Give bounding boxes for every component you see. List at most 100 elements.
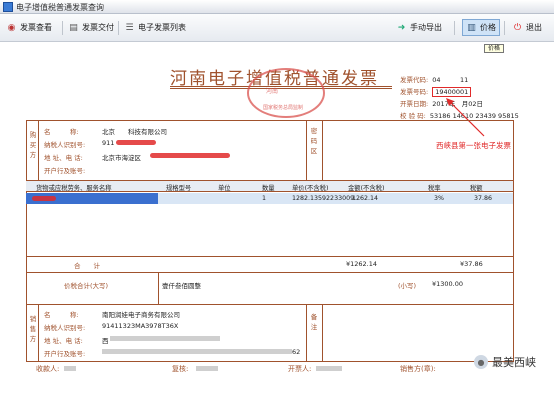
buyer-side-label: 购买方 — [29, 131, 37, 159]
window-title: 电子增值税普通发票查询 — [16, 3, 104, 12]
eye-icon: ◉ — [7, 22, 16, 33]
deliver-invoice-label: 发票交付 — [82, 23, 114, 32]
wechat-icon: ● — [474, 355, 488, 369]
invoice-list-button[interactable]: ☰ 电子发票列表 — [124, 19, 186, 36]
col-amount: 金额(不含税) — [348, 185, 385, 192]
watermark-text: 最美西峡 — [492, 356, 536, 369]
divider — [322, 304, 323, 362]
row-price: 1282.13592233009... — [292, 195, 361, 202]
redaction — [316, 366, 342, 371]
view-invoice-button[interactable]: ◉ 发票查看 — [6, 19, 52, 36]
seller-seal-label: 销售方(章): — [400, 365, 436, 373]
invoice-number-label: 发票号码: — [400, 88, 429, 96]
deliver-invoice-button[interactable]: ▤ 发票交付 — [68, 19, 114, 36]
col-rate: 税率 — [428, 185, 441, 192]
col-unit: 单位 — [218, 185, 231, 192]
toolbar-separator — [118, 21, 119, 35]
row-tax: 37.86 — [474, 195, 493, 202]
review-label: 复核: — [172, 365, 189, 373]
total-small-value: ¥1300.00 — [432, 280, 464, 288]
seller-side-label: 销售方 — [29, 315, 37, 343]
watermark: ● 最美西峡 — [474, 354, 536, 370]
exit-label: 退出 — [526, 23, 542, 32]
col-tax: 税额 — [470, 185, 483, 192]
invoice-list-label: 电子发票列表 — [138, 23, 186, 32]
divider — [38, 304, 39, 362]
invoice-code-label: 发票代码: — [400, 76, 429, 84]
redaction — [150, 153, 230, 158]
divider — [158, 272, 159, 304]
exit-button[interactable]: ⏻ 退出 — [512, 19, 542, 36]
title-bar: 电子增值税普通发票查询 — [0, 0, 554, 14]
divider — [306, 304, 307, 362]
remark-label: 备注 — [310, 313, 318, 331]
drawer-label: 开票人: — [288, 365, 312, 373]
invoice-view: 河南电子增值税普通发票 河南 国家税务总局监制 发票代码: 04 11 发票号码:… — [0, 42, 554, 416]
seller-tax-label: 纳税人识别号: — [44, 324, 86, 332]
redaction — [64, 366, 76, 371]
redaction — [102, 349, 292, 354]
redaction — [196, 366, 218, 371]
row-amount: 1262.14 — [352, 195, 379, 202]
redaction — [32, 196, 56, 201]
seal-text-bottom: 国家税务总局监制 — [263, 105, 304, 111]
seller-tax-value: 91411323MA3978T36X — [102, 322, 179, 330]
price-label: 价格 — [480, 23, 496, 32]
view-invoice-label: 发票查看 — [20, 23, 52, 32]
divider — [26, 304, 514, 305]
seller-bank-value: 62 — [292, 348, 301, 356]
app-icon — [3, 2, 13, 12]
invoice-table — [26, 120, 514, 362]
document-icon: ▤ — [69, 22, 78, 33]
total-label: 合 计 — [74, 262, 100, 270]
row-qty: 1 — [262, 195, 267, 202]
invoice-code-value: 04 11 — [432, 76, 469, 84]
divider — [306, 120, 307, 180]
invoice-number: 发票号码: 19400001 — [400, 86, 472, 97]
buyer-tax-label: 纳税人识别号: — [44, 141, 86, 149]
app-window: 电子增值税普通发票查询 ◉ 发票查看 ▤ 发票交付 ☰ 电子发票列表 ➜ 手动导… — [0, 0, 554, 416]
check-code-label: 校 验 码: — [400, 112, 426, 120]
buyer-name-label: 名 称: — [44, 128, 79, 136]
total-small-label: (小写) — [398, 282, 417, 290]
row-rate: 3% — [434, 195, 444, 202]
total-amount: ¥1262.14 — [346, 260, 378, 268]
toolbar: ◉ 发票查看 ▤ 发票交付 ☰ 电子发票列表 ➜ 手动导出 ▥ 价格 ⏻ 退出 — [0, 14, 554, 42]
price-button[interactable]: ▥ 价格 — [462, 19, 500, 36]
col-name: 货物或应税劳务、服务名称 — [36, 185, 112, 192]
invoice-date-label: 开票日期: — [400, 100, 429, 108]
seller-addr-label: 地 址、电 话: — [44, 337, 83, 345]
exit-icon: ⏻ — [513, 22, 522, 33]
seller-name-value: 南阳润娃电子商务有限公司 — [102, 311, 180, 319]
col-price: 单价(不含税) — [292, 185, 329, 192]
buyer-name-value: 北京 科技有限公司 — [102, 128, 167, 136]
invoice-code: 发票代码: 04 11 — [400, 74, 468, 84]
manual-export-label: 手动导出 — [410, 23, 442, 32]
price-icon: ▥ — [467, 22, 476, 33]
redaction — [116, 140, 156, 145]
divider — [26, 272, 514, 273]
seller-name-label: 名 称: — [44, 311, 79, 319]
seller-addr-value: 西 — [102, 337, 109, 345]
total-words-value: 壹仟叁佰圆整 — [162, 282, 201, 290]
invoice-number-value: 19400001 — [432, 87, 472, 97]
divider — [26, 256, 514, 257]
divider — [322, 120, 323, 180]
payee-label: 收款人: — [36, 365, 60, 373]
total-words-label: 价税合计(大写) — [64, 282, 109, 290]
toolbar-separator — [504, 21, 505, 35]
seal-text-top: 河南 — [266, 88, 279, 95]
toolbar-separator — [62, 21, 63, 35]
buyer-bank-label: 开户行及账号: — [44, 167, 86, 175]
divider — [38, 120, 39, 180]
col-spec: 规格型号 — [166, 185, 192, 192]
total-tax: ¥37.86 — [460, 260, 483, 268]
price-tooltip: 价格 — [484, 44, 505, 53]
password-area-label: 密码区 — [310, 127, 318, 155]
seller-bank-label: 开户行及账号: — [44, 350, 86, 358]
col-qty: 数量 — [262, 185, 275, 192]
list-icon: ☰ — [125, 22, 134, 33]
export-icon: ➜ — [397, 22, 406, 33]
manual-export-button[interactable]: ➜ 手动导出 — [396, 19, 442, 36]
buyer-addr-label: 地 址、电 话: — [44, 154, 83, 162]
